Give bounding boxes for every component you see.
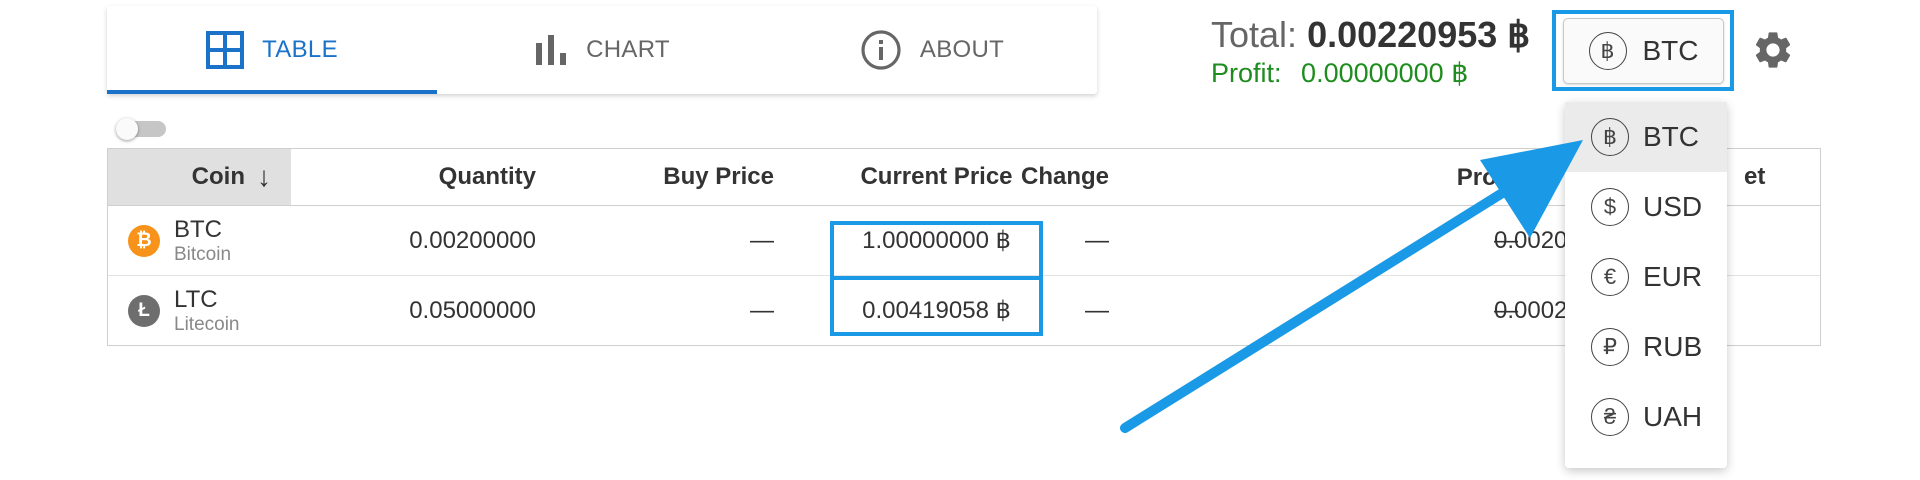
coins-table: Coin ↓ Quantity Buy Price Current Price … bbox=[107, 148, 1821, 346]
view-toggle-switch[interactable] bbox=[116, 118, 170, 140]
bar-chart-icon bbox=[536, 35, 567, 65]
profit-value: 0.00000000 ฿ bbox=[1301, 58, 1469, 88]
column-header-profit[interactable]: Profit, ฿ bbox=[1208, 149, 1548, 205]
bitcoin-symbol-icon: ฿ bbox=[1591, 118, 1629, 156]
tab-about[interactable]: ABOUT bbox=[767, 6, 1097, 94]
currency-option-label: EUR bbox=[1643, 261, 1703, 292]
coin-name: Litecoin bbox=[174, 313, 240, 335]
currency-option-label: BTC bbox=[1643, 121, 1699, 152]
info-icon bbox=[861, 30, 901, 70]
euro-symbol-icon: € bbox=[1591, 258, 1629, 296]
dollar-symbol-icon: $ bbox=[1591, 188, 1629, 226]
column-header-coin[interactable]: Coin ↓ bbox=[108, 149, 291, 205]
buy-price-cell: — bbox=[750, 226, 774, 254]
tab-table[interactable]: TABLE bbox=[107, 6, 437, 94]
bitcoin-icon: ₿ bbox=[128, 224, 160, 257]
currency-option-uah[interactable]: ₴ UAH bbox=[1565, 382, 1727, 452]
currency-option-label: UAH bbox=[1643, 401, 1703, 432]
coin-cell: ₿ BTC Bitcoin bbox=[108, 206, 308, 275]
gear-icon bbox=[1755, 32, 1791, 68]
tab-about-label: ABOUT bbox=[919, 36, 1005, 63]
currency-option-rub[interactable]: ₽ RUB bbox=[1565, 312, 1727, 382]
total-value: 0.00220953 ฿ bbox=[1307, 14, 1531, 55]
bitcoin-symbol-icon: ฿ bbox=[1588, 32, 1627, 70]
profit-label: Profit: bbox=[1211, 58, 1282, 88]
tab-table-label: TABLE bbox=[262, 36, 338, 63]
tab-chart[interactable]: CHART bbox=[437, 6, 767, 94]
currency-select-button[interactable]: ฿ BTC bbox=[1563, 18, 1724, 84]
profit-cell: — bbox=[1494, 226, 1518, 254]
column-header-market[interactable]: et bbox=[1744, 149, 1804, 205]
coin-cell: Ł LTC Litecoin bbox=[108, 276, 308, 345]
quantity-cell: 0.05000000 bbox=[409, 296, 536, 324]
coin-symbol: LTC bbox=[174, 285, 218, 313]
litecoin-icon: Ł bbox=[128, 294, 160, 327]
column-header-change[interactable]: Change bbox=[1008, 149, 1109, 205]
settings-button[interactable] bbox=[1751, 28, 1795, 72]
current-price-highlight bbox=[830, 221, 1043, 280]
currency-option-label: USD bbox=[1643, 191, 1703, 222]
quantity-cell: 0.00200000 bbox=[409, 226, 536, 254]
coin-names: LTC Litecoin bbox=[174, 285, 240, 335]
coin-names: BTC Bitcoin bbox=[174, 215, 232, 265]
coin-name: Bitcoin bbox=[174, 243, 232, 265]
column-header-buy-price[interactable]: Buy Price bbox=[536, 149, 774, 205]
current-price-highlight bbox=[830, 276, 1043, 336]
column-header-coin-label: Coin bbox=[191, 163, 245, 190]
toggle-knob bbox=[116, 118, 138, 140]
profit-line: Profit: 0.00000000 ฿ bbox=[1211, 58, 1530, 89]
currency-option-label: RUB bbox=[1643, 331, 1703, 362]
buy-price-cell: — bbox=[750, 296, 774, 324]
total-line: Total: 0.00220953 ฿ bbox=[1211, 14, 1530, 56]
grid-icon bbox=[206, 31, 245, 69]
table-header-row: Coin ↓ Quantity Buy Price Current Price … bbox=[108, 149, 1820, 206]
coin-symbol: BTC bbox=[174, 215, 222, 243]
currency-select-label: BTC bbox=[1642, 35, 1699, 66]
currency-option-usd[interactable]: $ USD bbox=[1565, 172, 1727, 242]
portfolio-totals: Total: 0.00220953 ฿ Profit: 0.00000000 ฿ bbox=[1211, 14, 1530, 89]
total-label: Total: bbox=[1211, 14, 1298, 55]
currency-option-btc[interactable]: ฿ BTC bbox=[1565, 102, 1727, 172]
view-tabs: TABLE CHART ABOUT bbox=[107, 6, 1097, 94]
currency-option-eur[interactable]: € EUR bbox=[1565, 242, 1727, 312]
profit-cell: — bbox=[1494, 296, 1518, 324]
column-header-quantity[interactable]: Quantity bbox=[291, 149, 536, 205]
tab-chart-label: CHART bbox=[586, 36, 670, 63]
sort-down-icon: ↓ bbox=[257, 161, 271, 192]
currency-dropdown: ฿ BTC $ USD € EUR ₽ RUB ₴ UAH bbox=[1565, 102, 1727, 468]
ruble-symbol-icon: ₽ bbox=[1591, 328, 1629, 366]
hryvnia-symbol-icon: ₴ bbox=[1591, 398, 1629, 436]
